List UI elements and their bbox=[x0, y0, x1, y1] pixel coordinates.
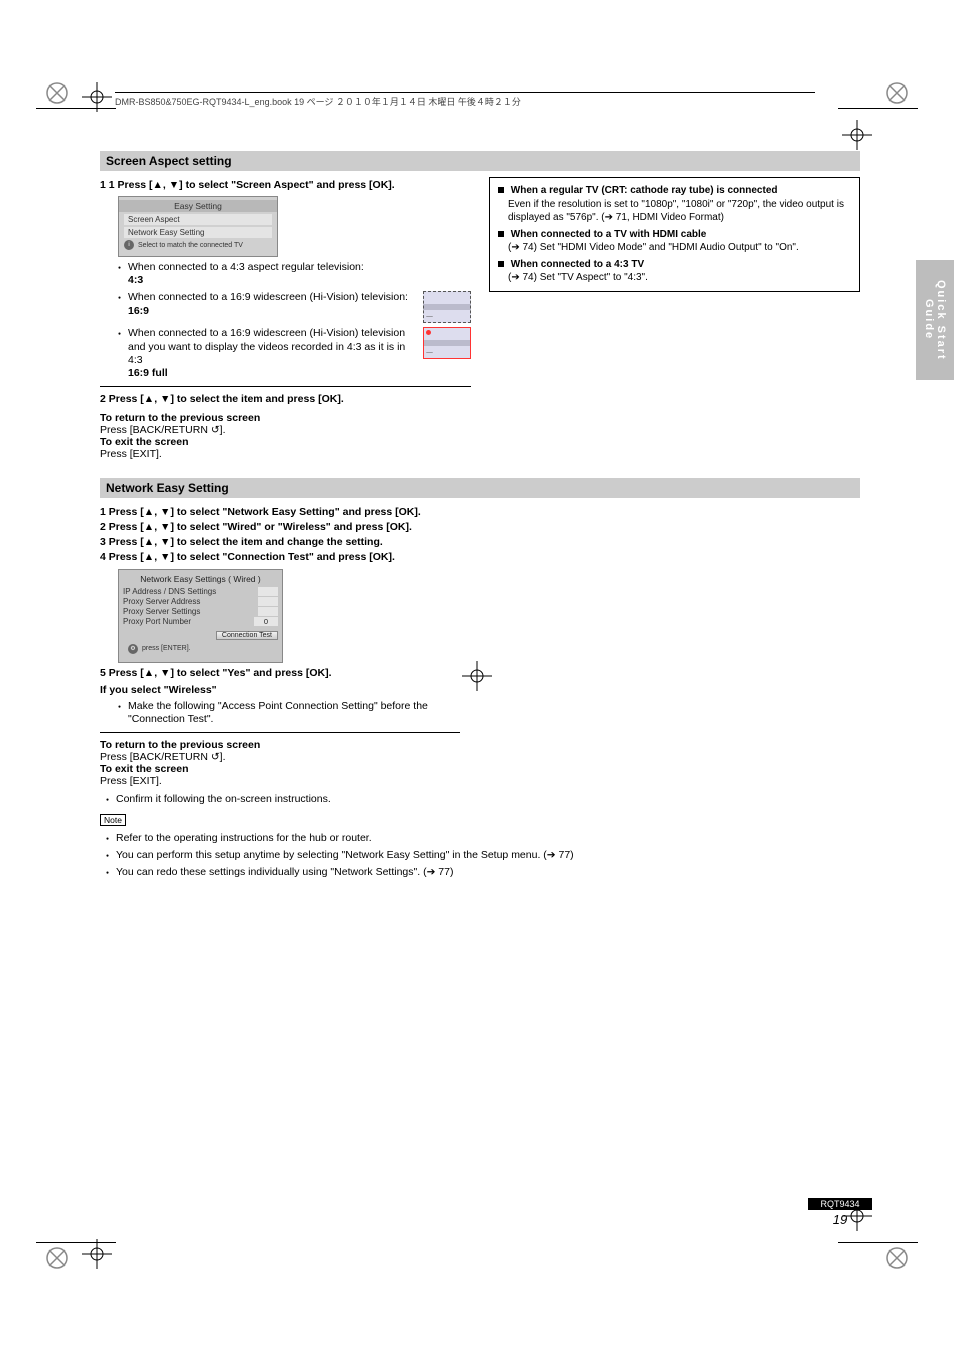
info-icon: i bbox=[124, 240, 134, 250]
wireless-note: If you select "Wireless" bbox=[100, 684, 471, 696]
list-item: When connected to a 16:9 widescreen (Hi-… bbox=[118, 327, 471, 380]
step-3: 3 Press [, ] to select the item and chan… bbox=[100, 536, 471, 549]
info-row: When connected to a 4:3 TV bbox=[498, 258, 851, 272]
source-file-header: DMR-BS850&750EG-RQT9434-L_eng.book 19 ペー… bbox=[115, 92, 815, 108]
menu-item-network-easy: Network Easy Setting bbox=[124, 227, 272, 238]
easy-setting-menu: Easy Setting Screen Aspect Network Easy … bbox=[118, 196, 278, 257]
doc-code: RQT9434 bbox=[808, 1198, 872, 1210]
page-number: 19 bbox=[808, 1212, 872, 1227]
list-item: Make the following "Access Point Connect… bbox=[118, 700, 471, 726]
aspect-options-list: When connected to a 4:3 aspect regular t… bbox=[118, 261, 471, 380]
exit-instructions: To return to the previous screen Press [… bbox=[100, 412, 471, 460]
info-row: When connected to a TV with HDMI cable bbox=[498, 228, 851, 242]
crop-rule bbox=[838, 1242, 918, 1243]
side-tab-quick-start: Quick Start Guide bbox=[916, 260, 954, 380]
gear-icon: ⚙ bbox=[128, 644, 138, 654]
footer-page-number: RQT9434 19 bbox=[808, 1198, 872, 1227]
info-row: When a regular TV (CRT: cathode ray tube… bbox=[498, 184, 851, 198]
aspect-thumb-16-9-full bbox=[423, 327, 471, 359]
square-bullet-icon bbox=[498, 261, 504, 267]
settings-row: Proxy Port Number0 bbox=[123, 617, 278, 626]
step-5: 5 Press [, ] to select "Yes" and press [… bbox=[100, 667, 471, 680]
divider bbox=[100, 732, 460, 733]
aspect-thumb-16-9 bbox=[423, 291, 471, 323]
step-1: 1 Press [, ] to select "Network Easy Set… bbox=[100, 506, 471, 519]
settings-row: Proxy Server Settings bbox=[123, 607, 278, 616]
settings-row: Proxy Server Address bbox=[123, 597, 278, 606]
step-4: 4 Press [, ] to select "Connection Test"… bbox=[100, 551, 471, 564]
section-header-screen-aspect: Screen Aspect setting bbox=[100, 151, 860, 171]
info-body: (➔ 74) Set "HDMI Video Mode" and "HDMI A… bbox=[508, 241, 851, 255]
menu-caption: Select to match the connected TV bbox=[138, 242, 243, 249]
reg-mark-tr-1 bbox=[882, 78, 912, 108]
square-bullet-icon bbox=[498, 187, 504, 193]
list-item: You can redo these settings individually… bbox=[106, 866, 860, 879]
note-label: Note bbox=[100, 814, 126, 826]
menu-item-screen-aspect: Screen Aspect bbox=[124, 214, 272, 225]
list-item: When connected to a 4:3 aspect regular t… bbox=[118, 261, 471, 287]
menu-title: Easy Setting bbox=[119, 200, 277, 212]
list-item: Confirm it following the on-screen instr… bbox=[106, 793, 860, 806]
step-2: 2 Press [, ] to select the item and pres… bbox=[100, 393, 471, 406]
press-enter-text: press [ENTER]. bbox=[142, 645, 191, 652]
reg-mark-br-1 bbox=[882, 1243, 912, 1273]
settings-row: IP Address / DNS Settings bbox=[123, 587, 278, 596]
crop-rule bbox=[838, 108, 918, 109]
network-settings-menu: Network Easy Settings ( Wired ) IP Addre… bbox=[118, 569, 283, 663]
crop-rule bbox=[36, 1242, 116, 1243]
list-item: When connected to a 16:9 widescreen (Hi-… bbox=[118, 291, 471, 323]
right-column: When a regular TV (CRT: cathode ray tube… bbox=[489, 177, 860, 460]
reg-mark-tl-1 bbox=[42, 78, 72, 108]
step-1: 1 1 Press [▲, ▼] to select "Screen Aspec… bbox=[100, 179, 471, 192]
step-2: 2 Press [, ] to select "Wired" or "Wirel… bbox=[100, 521, 471, 534]
info-box: When a regular TV (CRT: cathode ray tube… bbox=[489, 177, 860, 292]
divider bbox=[100, 386, 471, 387]
info-body: (➔ 74) Set "TV Aspect" to "4:3". bbox=[508, 271, 851, 285]
reg-mark-bl-1 bbox=[42, 1243, 72, 1273]
square-bullet-icon bbox=[498, 231, 504, 237]
settings-title: Network Easy Settings ( Wired ) bbox=[123, 574, 278, 584]
left-column: 1 1 Press [▲, ▼] to select "Screen Aspec… bbox=[100, 177, 471, 460]
reg-mark-bl-2 bbox=[82, 1239, 112, 1269]
list-item: You can perform this setup anytime by se… bbox=[106, 849, 860, 862]
exit-instructions-2: To return to the previous screen Press [… bbox=[100, 739, 471, 787]
info-body: Even if the resolution is set to "1080p"… bbox=[508, 198, 851, 225]
crop-rule bbox=[36, 108, 116, 109]
section-header-network-easy: Network Easy Setting bbox=[100, 478, 860, 498]
connection-test-button: Connection Test bbox=[216, 631, 278, 640]
left-column-2: 1 Press [, ] to select "Network Easy Set… bbox=[100, 504, 471, 787]
list-item: Refer to the operating instructions for … bbox=[106, 832, 860, 845]
